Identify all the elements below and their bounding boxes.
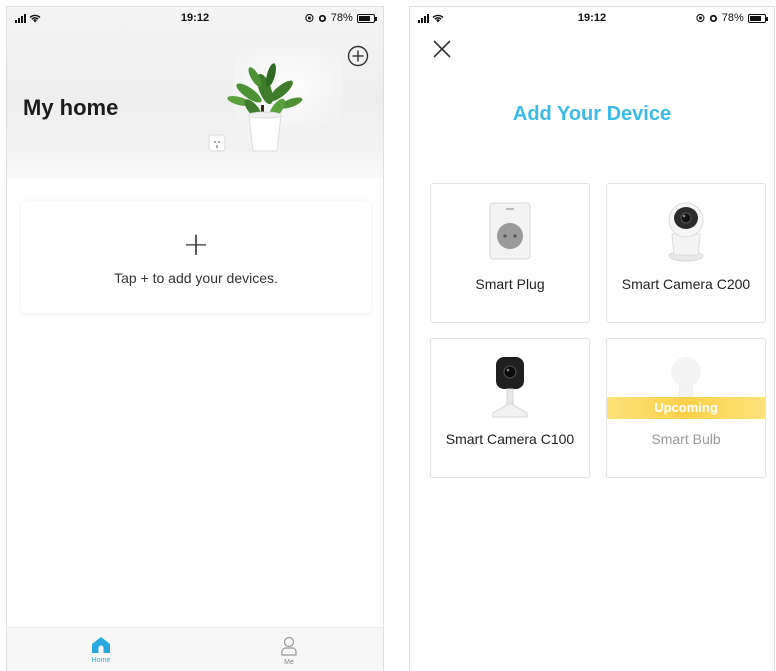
tab-me[interactable]: Me [195,628,383,671]
alarm-icon [318,14,326,22]
battery-percent: 78% [330,12,353,24]
smart-plug-icon [489,202,531,260]
camera-c200-icon [668,202,704,262]
device-name: Smart Camera C200 [621,276,751,292]
tab-home[interactable]: Home [7,628,195,671]
signal-icon [15,13,26,23]
tab-bar: Home Me [7,627,383,671]
home-screen: 19:12 78% My home + Tap + to add your de… [6,6,384,671]
smart-plug-small-illustration [208,134,226,152]
close-icon[interactable] [430,37,454,61]
add-device-screen: 19:12 78% Add Your Device Smart Plug Sma… [409,6,775,671]
battery-percent: 78% [721,12,744,24]
page-title: My home [23,95,119,120]
device-name: Smart Camera C100 [445,431,575,447]
device-card-smart-plug[interactable]: Smart Plug [430,183,590,323]
wifi-icon [432,14,444,22]
hero-banner [7,7,383,179]
plant-illustration [227,63,303,152]
device-card-smart-bulb: Upcoming Smart Bulb [606,338,766,478]
status-bar: 19:12 78% [7,7,383,29]
signal-icon [418,13,429,23]
orientation-lock-icon [305,13,314,23]
device-name: Smart Plug [475,276,545,292]
status-bar: 19:12 78% [410,7,774,29]
device-card-smart-camera-c200[interactable]: Smart Camera C200 [606,183,766,323]
orientation-lock-icon [696,13,705,23]
wifi-icon [29,14,41,22]
status-time: 19:12 [577,12,607,24]
home-icon [92,637,110,653]
person-icon [281,636,297,656]
status-time: 19:12 [180,12,210,24]
alarm-icon [709,14,717,22]
tab-home-label: Home [91,657,111,664]
battery-icon [747,13,769,23]
device-name: Smart Bulb [651,431,721,447]
add-devices-plus-button[interactable]: + [183,228,210,260]
camera-c100-icon [492,357,528,418]
page-title: Add Your Device [512,103,672,125]
empty-message: Tap + to add your devices. [114,270,278,286]
upcoming-badge: Upcoming [607,397,765,419]
empty-devices-card: + Tap + to add your devices. [21,201,371,313]
device-card-smart-camera-c100[interactable]: Smart Camera C100 [430,338,590,478]
add-device-button[interactable] [347,45,369,67]
battery-icon [356,13,378,23]
tab-me-label: Me [284,659,294,666]
